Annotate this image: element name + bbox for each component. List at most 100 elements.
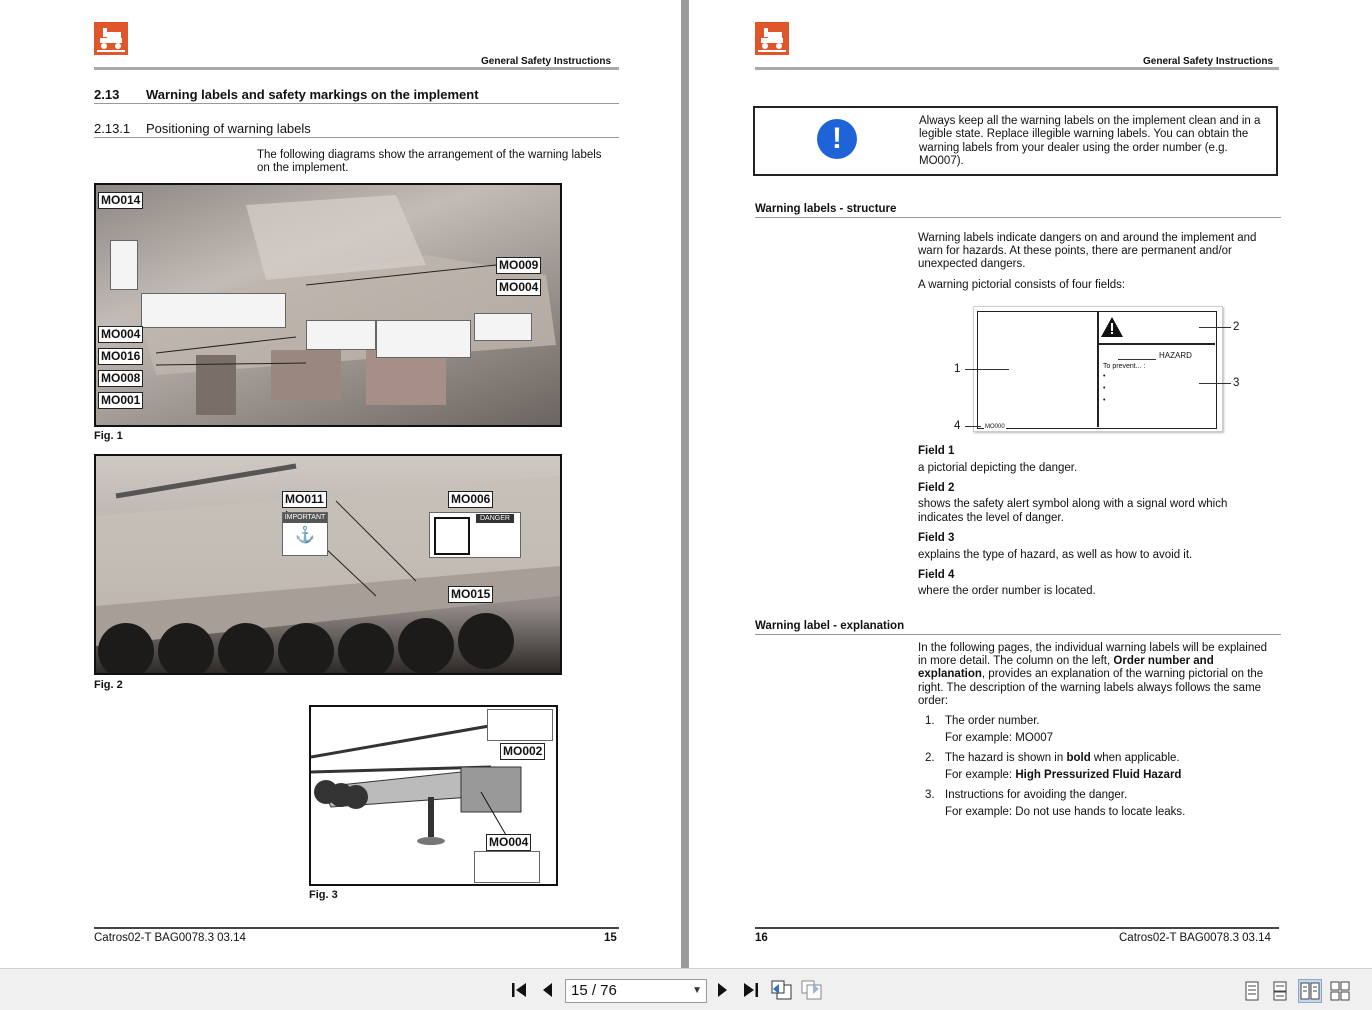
page-number-select[interactable]: 15 / 76 ▼ xyxy=(565,979,707,1003)
figure-2-caption: Fig. 2 xyxy=(94,679,123,691)
diagram-callout-4: 4 xyxy=(954,420,961,432)
diagram-hazard-word: HAZARD xyxy=(1159,351,1192,360)
label-mo004: MO004 xyxy=(496,279,542,296)
callout-arrow xyxy=(965,426,981,427)
document-page-right: General Safety Instructions ! Always kee… xyxy=(689,0,1372,968)
header-rule xyxy=(94,67,619,70)
document-page-left: General Safety Instructions 2.13 Warning… xyxy=(0,0,681,968)
crush-hazard-icon xyxy=(434,517,470,555)
single-page-view-icon[interactable] xyxy=(1240,979,1264,1003)
structure-heading: Warning labels - structure xyxy=(755,203,897,215)
callout-arrow xyxy=(965,369,1009,370)
footer-page-number: 15 xyxy=(604,932,617,944)
notice-line: legible state. Replace illegible warning… xyxy=(919,128,1249,140)
first-page-icon[interactable] xyxy=(508,979,530,1001)
label-mo011: MO011 xyxy=(282,491,327,508)
explanation-line: in more detail. The column on the left, … xyxy=(918,655,1214,667)
two-page-continuous-view-icon[interactable] xyxy=(1328,979,1352,1003)
last-page-icon[interactable] xyxy=(740,979,762,1001)
section-title: Warning labels and safety markings on th… xyxy=(146,87,479,102)
footer-doc-id: Catros02-T BAG0078.3 03.14 xyxy=(1119,932,1271,944)
field-1-text: a pictorial depicting the danger. xyxy=(918,462,1078,474)
footer-doc-id: Catros02-T BAG0078.3 03.14 xyxy=(94,932,246,944)
figure-1-photo: MO014 MO009 MO004 MO004 MO016 MO008 MO00… xyxy=(94,183,562,427)
page-number-display: 15 / 76 xyxy=(571,982,617,999)
previous-view-icon[interactable] xyxy=(768,979,794,1001)
label-mo016: MO016 xyxy=(98,348,144,365)
footer-page-number: 16 xyxy=(755,932,768,944)
figure-3-drawing: MO002 MO004 xyxy=(309,705,558,886)
field-2-text: indicates the level of danger. xyxy=(918,512,1064,524)
notice-line: warning labels from your dealer using th… xyxy=(919,142,1228,154)
next-page-icon[interactable] xyxy=(714,979,732,1001)
label-mo004: MO004 xyxy=(486,834,532,851)
list-item-number: 1. xyxy=(925,715,935,727)
explanation-line: In the following pages, the individual w… xyxy=(918,642,1268,654)
important-sticker-text: IMPORTANT xyxy=(283,513,327,523)
callout-arrow xyxy=(1199,383,1231,384)
subsection-number: 2.13.1 xyxy=(94,121,131,136)
viewer-toolbar: 15 / 76 ▼ xyxy=(0,968,1372,1010)
list-item-text: The hazard is shown in bold when applica… xyxy=(945,752,1180,764)
warning-sticker xyxy=(376,320,471,358)
subsection-rule xyxy=(94,137,619,138)
diagram-callout-3: 3 xyxy=(1233,377,1240,389)
structure-line: warn for hazards. At these points, there… xyxy=(918,245,1232,257)
list-item-number: 2. xyxy=(925,752,935,764)
explanation-rule xyxy=(755,634,1281,635)
next-view-icon[interactable] xyxy=(798,979,824,1001)
field-divider xyxy=(1097,343,1215,345)
explanation-line: explanation, provides an explanation of … xyxy=(918,668,1264,680)
label-mo009: MO009 xyxy=(496,257,542,274)
list-item-text: The order number. xyxy=(945,715,1040,727)
field-1-title: Field 1 xyxy=(918,445,955,457)
footer-rule xyxy=(94,927,619,929)
hook-icon: ⚓ xyxy=(295,527,315,544)
field-4-title: Field 4 xyxy=(918,569,955,581)
field-divider xyxy=(1097,312,1099,427)
intro-line: The following diagrams show the arrangem… xyxy=(257,149,602,161)
list-item-example: For example: High Pressurized Fluid Haza… xyxy=(945,769,1182,781)
list-item-text: Instructions for avoiding the danger. xyxy=(945,789,1128,801)
diagram-bullet: • xyxy=(1103,373,1106,380)
label-mo015: MO015 xyxy=(448,586,494,603)
warning-sticker xyxy=(474,851,540,883)
warning-sticker xyxy=(487,709,553,741)
warning-label-diagram: HAZARD To prevent... : • • • MO000 xyxy=(973,306,1223,432)
figure-1-caption: Fig. 1 xyxy=(94,430,123,442)
label-mo014: MO014 xyxy=(98,192,144,209)
danger-sticker-text: DANGER xyxy=(476,514,514,523)
danger-sticker: DANGER xyxy=(429,512,521,558)
section-rule xyxy=(94,103,619,104)
section-number: 2.13 xyxy=(94,87,120,102)
notice-line: MO007). xyxy=(919,155,964,167)
footer-rule xyxy=(755,927,1279,929)
label-mo006: MO006 xyxy=(448,491,494,508)
important-sticker: IMPORTANT ⚓ xyxy=(282,512,328,556)
header-rule xyxy=(755,67,1279,70)
label-mo002: MO002 xyxy=(500,743,546,760)
warning-sticker xyxy=(306,320,376,350)
continuous-view-icon[interactable] xyxy=(1268,979,1292,1003)
explanation-line: order: xyxy=(918,695,949,707)
label-mo008: MO008 xyxy=(98,370,144,387)
field-3-title: Field 3 xyxy=(918,532,955,544)
diagram-order-number: MO000 xyxy=(984,424,1006,430)
list-item-number: 3. xyxy=(925,789,935,801)
previous-page-icon[interactable] xyxy=(538,979,556,1001)
brand-logo xyxy=(94,22,128,55)
two-page-view-icon[interactable] xyxy=(1298,979,1322,1003)
notice-line: Always keep all the warning labels on th… xyxy=(919,115,1261,127)
field-2-text: shows the safety alert symbol along with… xyxy=(918,498,1228,510)
figure-2-photo: IMPORTANT ⚓ DANGER MO011 MO006 MO015 xyxy=(94,454,562,675)
warning-sticker xyxy=(110,240,138,290)
four-fields-text: A warning pictorial consists of four fie… xyxy=(918,279,1126,291)
info-exclamation-icon: ! xyxy=(817,119,857,159)
callout-arrow xyxy=(1199,327,1231,328)
explanation-heading: Warning label - explanation xyxy=(755,620,905,632)
diagram-frame: HAZARD To prevent... : • • • MO000 xyxy=(977,311,1217,430)
label-mo004: MO004 xyxy=(98,326,144,343)
diagram-callout-2: 2 xyxy=(1233,321,1240,333)
structure-line: unexpected dangers. xyxy=(918,258,1026,270)
diagram-prevent-text: To prevent... : xyxy=(1103,363,1146,370)
